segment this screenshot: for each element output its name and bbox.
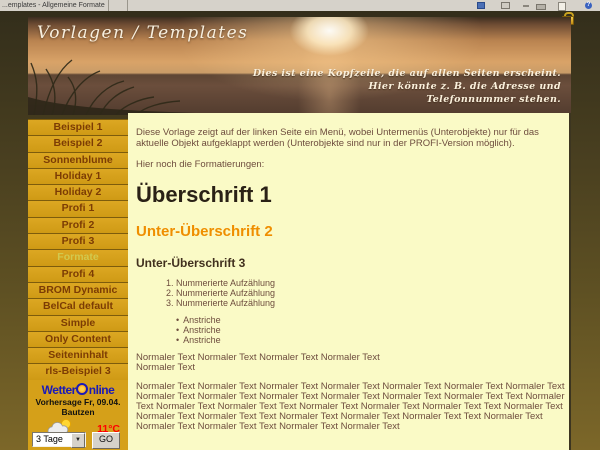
sidebar-item-only-content[interactable]: Only Content [28,332,128,348]
logo-text-nline: nline [89,383,115,397]
wetteronline-logo[interactable]: Wetter nline [28,383,128,397]
tagline-line: Hier könnte z. B. die Adresse und [253,80,561,93]
bullet-list-item: Anstriche [176,326,559,336]
screen: ...emplates - Allgemeine Formate für Tex… [0,0,600,450]
normal-text-short: Normaler Text Normaler Text Normaler Tex… [136,353,559,374]
sidebar-item-profi-4[interactable]: Profi 4 [28,267,128,283]
forecast-date: Vorhersage Fr, 09.04. [28,397,128,407]
bullet-list-item: Anstriche [176,316,559,326]
heading-1: Überschrift 1 [136,182,559,208]
sidebar-menu: Beispiel 1 Beispiel 2 Sonnenblume Holida… [28,119,128,381]
sidebar-item-sonnenblume[interactable]: Sonnenblume [28,153,128,169]
sidebar-item-formate[interactable]: Formate [28,250,128,266]
site-title: Vorlagen / Templates [37,23,248,43]
heading-3: Unter-Überschrift 3 [136,256,559,270]
intro-paragraph: Diese Vorlage zeigt auf der linken Seite… [136,127,561,149]
weather-controls: 3 Tage ▼ GO [32,432,124,447]
sidebar-item-beispiel-1[interactable]: Beispiel 1 [28,119,128,136]
forecast-range-select[interactable]: 3 Tage ▼ [32,432,86,447]
numbered-list-item: Nummerierte Aufzählung [176,299,559,309]
sidebar-item-rls-beispiel-3[interactable]: rls-Beispiel 3 [28,364,128,380]
sidebar-item-beispiel-2[interactable]: Beispiel 2 [28,136,128,152]
chevron-down-icon[interactable]: ▼ [71,433,85,448]
forecast-city: Bautzen [28,407,128,417]
window-icon[interactable] [501,2,510,9]
bullet-list: Anstriche Anstriche Anstriche [136,316,559,345]
bookmark-icon[interactable] [477,2,485,9]
normal-text-line: Normaler Text Normaler Text Normaler Tex… [136,352,380,363]
page-icon[interactable] [558,2,566,11]
weather-widget: Wetter nline Vorhersage Fr, 09.04. Bautze… [28,380,128,450]
sidebar-item-brom-dynamic[interactable]: BROM Dynamic [28,283,128,299]
sidebar-item-holiday-1[interactable]: Holiday 1 [28,169,128,185]
sidebar-item-profi-3[interactable]: Profi 3 [28,234,128,250]
sidebar-item-holiday-2[interactable]: Holiday 2 [28,185,128,201]
forecast-range-value: 3 Tage [36,434,63,444]
dune-grass-silhouette [28,57,228,115]
bullet-list-item: Anstriche [176,336,559,346]
printer-icon[interactable] [536,4,546,10]
help-icon[interactable]: ? [585,2,592,9]
header-tagline: Dies ist eine Kopfzeile, die auf allen S… [253,67,561,106]
go-button[interactable]: GO [92,432,120,449]
tagline-line: Telefonnummer stehen. [253,93,561,106]
sun-o-icon [76,383,88,395]
sidebar-item-profi-2[interactable]: Profi 2 [28,218,128,234]
tab-divider [127,0,128,11]
logo-text-wetter: Wetter [42,383,76,397]
sidebar-item-seiteninhalt[interactable]: Seiteninhalt [28,348,128,364]
sidebar-item-simple[interactable]: Simple [28,316,128,332]
normal-text-line: Normaler Text [136,362,195,373]
formats-label: Hier noch die Formatierungen: [136,159,559,170]
browser-tab[interactable]: ...emplates - Allgemeine Formate für Tex… [2,1,106,10]
minimize-icon[interactable] [523,5,529,7]
sidebar-item-profi-1[interactable]: Profi 1 [28,201,128,217]
numbered-list: Nummerierte Aufzählung Nummerierte Aufzä… [136,279,559,308]
tab-divider [108,0,109,11]
main-content: Diese Vorlage zeigt auf der linken Seite… [128,113,571,450]
sidebar-item-belcal-default[interactable]: BelCal default [28,299,128,315]
heading-2: Unter-Überschrift 2 [136,223,559,240]
normal-text-long: Normaler Text Normaler Text Normaler Tex… [136,382,566,432]
tagline-line: Dies ist eine Kopfzeile, die auf allen S… [253,67,561,80]
header-banner: Vorlagen / Templates Dies ist eine Kopfz… [28,17,571,115]
